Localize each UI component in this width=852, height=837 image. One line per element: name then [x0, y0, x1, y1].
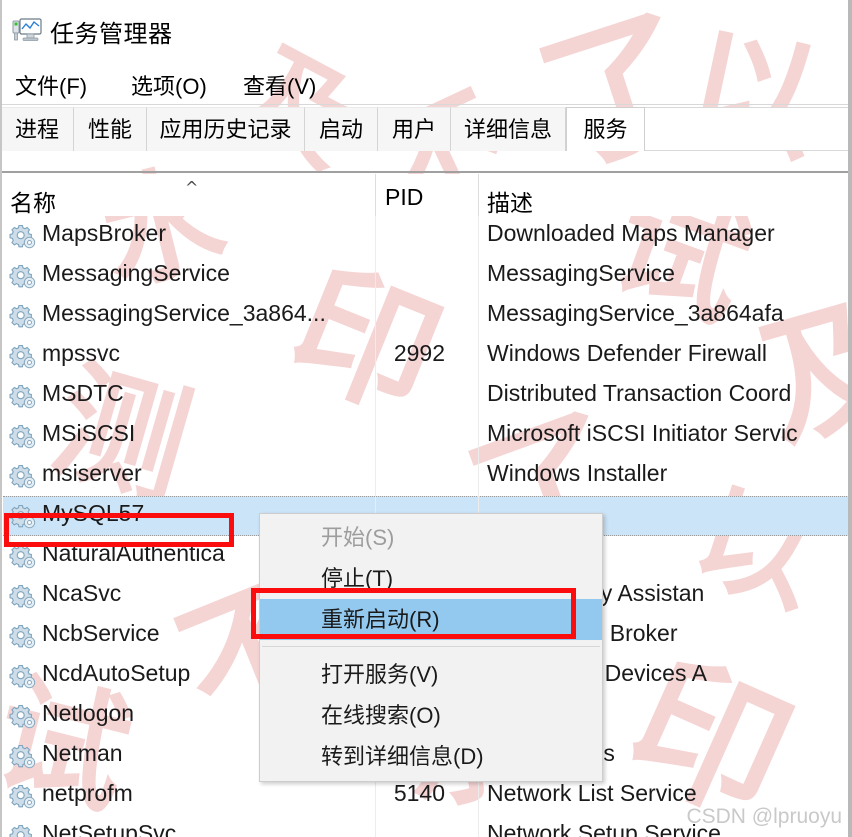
service-name: Netman: [42, 740, 123, 766]
row-column-divider: [478, 376, 479, 416]
service-row[interactable]: MSiSCSI Microsoft iSCSI Initiator Servic: [0, 416, 852, 456]
row-column-divider: [478, 336, 479, 376]
row-column-divider: [478, 416, 479, 456]
row-column-divider: [478, 456, 479, 496]
menu-bar: 文件(F) 选项(O) 查看(V): [0, 62, 852, 104]
row-column-divider: [375, 816, 376, 837]
list-column-header: 名称 ^ PID 描述: [0, 174, 852, 216]
column-header-pid[interactable]: PID: [385, 184, 423, 211]
service-name: msiserver: [42, 460, 142, 486]
service-description: Downloaded Maps Manager: [487, 220, 775, 246]
service-name: NcdAutoSetup: [42, 660, 191, 686]
tab-app-history[interactable]: 应用历史记录: [147, 107, 305, 151]
row-column-divider: [375, 456, 376, 496]
service-name: MSDTC: [42, 380, 124, 406]
menu-item-view[interactable]: 查看(V): [240, 67, 319, 103]
service-name: MSiSCSI: [42, 420, 136, 446]
tab-performance[interactable]: 性能: [74, 107, 147, 151]
task-manager-window: 了 以 不 试 水 印 及 测 了 以 不 试 水 印 及 任务管理器: [0, 0, 852, 837]
row-column-divider: [375, 256, 376, 296]
service-name: NaturalAuthentica: [42, 540, 225, 566]
context-menu-item-open-services[interactable]: 打开服务(V): [260, 654, 602, 695]
service-name: netprofm: [42, 780, 133, 806]
menu-item-file[interactable]: 文件(F): [12, 67, 90, 103]
service-description: Distributed Transaction Coord: [487, 380, 792, 406]
service-name: NetSetupSvc: [42, 820, 177, 837]
service-row[interactable]: MSDTC Distributed Transaction Coord: [0, 376, 852, 416]
tab-strip: 进程 性能 应用历史记录 启动 用户 详细信息 服务: [0, 107, 852, 153]
row-column-divider: [478, 296, 479, 336]
tab-strip-filler: [645, 107, 852, 151]
service-pid: 2992: [393, 340, 445, 366]
column-header-name[interactable]: 名称: [10, 184, 56, 218]
title-bar: 任务管理器: [0, 0, 852, 62]
column-header-description[interactable]: 描述: [487, 184, 533, 218]
service-description: Windows Defender Firewall: [487, 340, 767, 366]
service-name: MySQL57: [42, 500, 145, 526]
service-pid: 5140: [393, 780, 445, 806]
service-name: Netlogon: [42, 700, 135, 726]
csdn-watermark: CSDN @lpruoyu: [686, 805, 842, 828]
service-row[interactable]: MessagingService MessagingService: [0, 256, 852, 296]
tab-startup[interactable]: 启动: [305, 107, 378, 151]
context-menu-item-go-to-details[interactable]: 转到详细信息(D): [260, 736, 602, 777]
row-column-divider: [478, 216, 479, 256]
service-description: Network List Service: [487, 780, 697, 806]
row-column-divider: [375, 296, 376, 336]
service-name: mpssvc: [42, 340, 120, 366]
row-column-divider: [375, 416, 376, 456]
tab-processes[interactable]: 进程: [1, 107, 74, 151]
service-row[interactable]: mpssvc 2992 Windows Defender Firewall: [0, 336, 852, 376]
task-manager-icon: [12, 17, 42, 43]
window-title: 任务管理器: [50, 21, 173, 48]
row-column-divider: [478, 256, 479, 296]
tab-users[interactable]: 用户: [378, 107, 451, 151]
row-column-divider: [375, 216, 376, 256]
service-name: NcbService: [42, 620, 160, 646]
service-context-menu[interactable]: 开始(S) 停止(T) 重新启动(R) 打开服务(V) 在线搜索(O) 转到详细…: [259, 513, 603, 782]
service-row[interactable]: MessagingService_3a864... MessagingServic…: [0, 296, 852, 336]
service-description: Microsoft iSCSI Initiator Servic: [487, 420, 798, 446]
window-left-border: [0, 0, 2, 837]
window-right-border: [848, 0, 852, 837]
menu-item-options[interactable]: 选项(O): [128, 67, 210, 103]
service-name: NcaSvc: [42, 580, 122, 606]
row-column-divider: [478, 816, 479, 837]
service-description: MessagingService: [487, 260, 675, 286]
tab-details[interactable]: 详细信息: [451, 107, 566, 151]
row-column-divider: [478, 776, 479, 816]
service-row[interactable]: MapsBroker Downloaded Maps Manager: [0, 216, 852, 256]
context-menu-item-restart[interactable]: 重新启动(R): [260, 599, 602, 640]
column-divider-name-pid[interactable]: [375, 174, 376, 216]
service-description: MessagingService_3a864afa: [487, 300, 784, 326]
service-name: MessagingService: [42, 260, 230, 286]
context-menu-item-start: 开始(S): [321, 525, 395, 550]
column-divider-pid-desc[interactable]: [478, 174, 479, 216]
service-description: Windows Installer: [487, 460, 668, 486]
row-column-divider: [375, 376, 376, 416]
service-row[interactable]: msiserver Windows Installer: [0, 456, 852, 496]
sort-ascending-icon: ^: [185, 178, 199, 197]
service-name: MapsBroker: [42, 220, 166, 246]
context-menu-item-search-online[interactable]: 在线搜索(O): [260, 695, 602, 736]
context-menu-separator: [262, 646, 600, 647]
tab-services[interactable]: 服务: [566, 107, 645, 151]
menu-bar-divider: [0, 104, 852, 105]
tab-strip-divider: [0, 171, 852, 173]
service-name: MessagingService_3a864...: [42, 300, 326, 326]
context-menu-item-stop[interactable]: 停止(T): [260, 558, 602, 599]
